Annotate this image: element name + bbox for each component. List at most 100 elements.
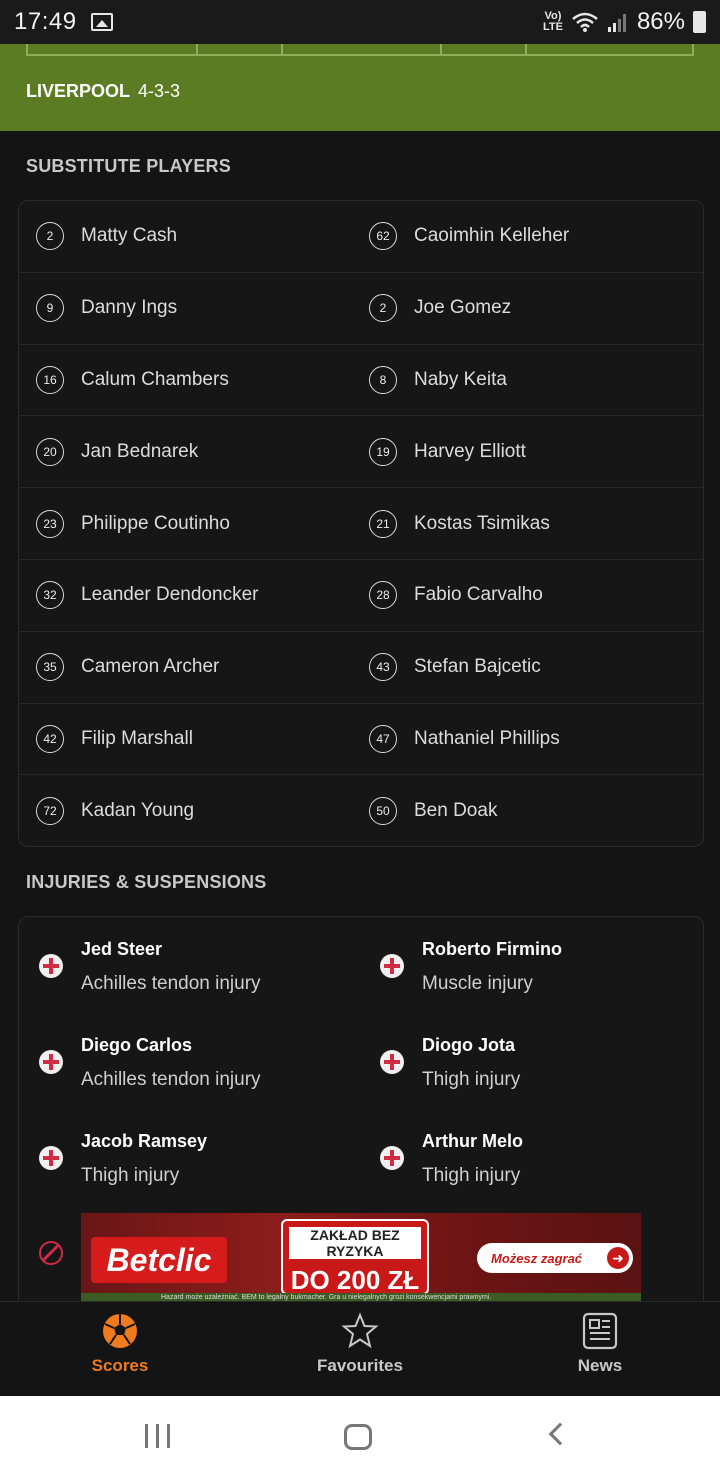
substitute-player[interactable]: 9 Danny Ings [19, 273, 356, 344]
substitute-row: 32 Leander Dendoncker 28 Fabio Carvalho [19, 560, 703, 632]
shirt-number: 23 [36, 509, 64, 538]
injury-row: Jed Steer Achilles tendon injury Roberto F… [19, 917, 703, 997]
substitute-player[interactable]: 43 Stefan Bajcetic [356, 632, 704, 703]
soccer-ball-icon [103, 1314, 137, 1348]
substitute-player[interactable]: 47 Nathaniel Phillips [356, 704, 704, 775]
shirt-number: 2 [369, 294, 397, 323]
nav-favourites[interactable]: Favourites [240, 1302, 480, 1396]
injured-player[interactable]: Jacob Ramsey Thigh injury [19, 1109, 360, 1189]
shirt-number: 16 [36, 365, 64, 394]
player-name: Roberto Firmino [422, 939, 562, 959]
back-button[interactable] [548, 1422, 572, 1446]
injured-player[interactable]: Roberto Firmino Muscle injury [360, 917, 703, 997]
player-name: Kostas Tsimikas [414, 512, 550, 534]
ad-cta-button[interactable]: Możesz zagrać ➜ [477, 1243, 633, 1273]
injured-player[interactable]: Diogo Jota Thigh injury [360, 1013, 703, 1093]
status-time: 17:49 [14, 8, 77, 35]
arrow-right-icon: ➜ [607, 1247, 629, 1269]
shirt-number: 42 [36, 724, 64, 753]
injury-cross-icon [39, 954, 63, 978]
player-name: Naby Keita [414, 368, 507, 390]
substitute-player[interactable]: 32 Leander Dendoncker [19, 560, 356, 631]
substitute-player[interactable]: 19 Harvey Elliott [356, 416, 704, 487]
injury-cross-icon [380, 1050, 404, 1074]
player-name: Kadan Young [81, 800, 195, 822]
shirt-number: 20 [36, 437, 64, 466]
substitute-player[interactable]: 2 Joe Gomez [356, 273, 704, 344]
player-name: Fabio Carvalho [414, 584, 543, 606]
injuries-list: Betclic ZAKŁAD BEZ RYZYKA DO 200 ZŁ Może… [18, 916, 704, 1316]
substitute-player[interactable]: 62 Caoimhin Kelleher [356, 201, 704, 272]
newspaper-icon [582, 1312, 618, 1350]
substitutes-list: 2 Matty Cash 62 Caoimhin Kelleher 9 Danny Ing… [18, 200, 704, 847]
nav-news[interactable]: News [480, 1302, 720, 1396]
substitute-player[interactable]: 35 Cameron Archer [19, 632, 356, 703]
player-name: Philippe Coutinho [81, 512, 230, 534]
injuries-heading: INJURIES & SUSPENSIONS [26, 872, 267, 892]
injury-reason: Achilles tendon injury [81, 1069, 261, 1090]
shirt-number: 2 [36, 222, 64, 251]
player-name: Harvey Elliott [414, 440, 526, 462]
substitute-player[interactable]: 16 Calum Chambers [19, 345, 356, 416]
injury-reason: Thigh injury [422, 1069, 521, 1090]
substitute-row: 72 Kadan Young 50 Ben Doak [19, 775, 703, 847]
shirt-number: 50 [369, 797, 397, 826]
substitute-player[interactable]: 28 Fabio Carvalho [356, 560, 704, 631]
player-name: Jacob Ramsey [81, 1131, 208, 1151]
system-nav-bar [0, 1396, 720, 1480]
substitute-player[interactable]: 42 Filip Marshall [19, 704, 356, 775]
substitute-player[interactable]: 20 Jan Bednarek [19, 416, 356, 487]
lineup-team: LIVERPOOL 4-3-3 [26, 81, 180, 102]
shirt-number: 8 [369, 365, 397, 394]
shirt-number: 28 [369, 581, 397, 610]
signal-icon [607, 14, 626, 32]
team-formation: 4-3-3 [138, 81, 181, 101]
shirt-number: 21 [369, 509, 397, 538]
player-name: Filip Marshall [81, 727, 193, 749]
shirt-number: 9 [36, 294, 64, 323]
substitute-player[interactable]: 23 Philippe Coutinho [19, 488, 356, 559]
injury-row: Diego Carlos Achilles tendon injury Diogo … [19, 1013, 703, 1093]
injury-reason: Thigh injury [422, 1165, 521, 1186]
substitute-row: 2 Matty Cash 62 Caoimhin Kelleher [19, 201, 703, 273]
recent-apps-button[interactable] [145, 1424, 171, 1448]
shirt-number: 19 [369, 437, 397, 466]
lte-icon: Vo) LTE [542, 10, 563, 33]
nav-favourites-label: Favourites [317, 1356, 403, 1375]
injured-player[interactable]: Jed Steer Achilles tendon injury [19, 917, 360, 997]
image-notification-icon [90, 13, 113, 31]
substitute-player[interactable]: 50 Ben Doak [356, 775, 704, 847]
player-name: Leander Dendoncker [81, 584, 259, 606]
substitute-player[interactable]: 2 Matty Cash [19, 201, 356, 272]
substitute-player[interactable]: 21 Kostas Tsimikas [356, 488, 704, 559]
player-name: Diego Carlos [81, 1035, 193, 1055]
ad-cta-label: Możesz zagrać [491, 1250, 583, 1266]
bottom-nav: Scores Favourites News [0, 1301, 720, 1396]
player-name: Nathaniel Phillips [414, 727, 560, 749]
player-name: Diogo Jota [422, 1035, 515, 1055]
betclic-ad-banner[interactable]: Betclic ZAKŁAD BEZ RYZYKA DO 200 ZŁ Może… [81, 1213, 641, 1303]
player-name: Matty Cash [81, 225, 178, 247]
battery-icon [693, 11, 706, 33]
substitute-row: 16 Calum Chambers 8 Naby Keita [19, 345, 703, 417]
player-name: Cameron Archer [81, 656, 220, 678]
battery-percent: 86% [636, 8, 685, 35]
nav-scores[interactable]: Scores [0, 1302, 240, 1396]
player-name: Joe Gomez [414, 297, 512, 319]
team-name: LIVERPOOL [26, 81, 131, 101]
shirt-number: 43 [369, 653, 397, 682]
nav-news-label: News [577, 1356, 623, 1375]
player-name: Arthur Melo [422, 1131, 523, 1151]
injury-row: Jacob Ramsey Thigh injury Arthur Melo Thigh… [19, 1109, 703, 1189]
star-icon [341, 1312, 379, 1349]
player-name: Jed Steer [81, 939, 163, 959]
injured-player[interactable]: Diego Carlos Achilles tendon injury [19, 1013, 360, 1093]
home-button[interactable] [344, 1424, 372, 1450]
injured-player[interactable]: Arthur Melo Thigh injury [360, 1109, 703, 1189]
status-bar: 17:49 Vo) LTE 86% [0, 0, 720, 44]
substitute-player[interactable]: 72 Kadan Young [19, 775, 356, 847]
shirt-number: 35 [36, 653, 64, 682]
injury-cross-icon [39, 1050, 63, 1074]
injury-cross-icon [380, 954, 404, 978]
substitute-player[interactable]: 8 Naby Keita [356, 345, 704, 416]
